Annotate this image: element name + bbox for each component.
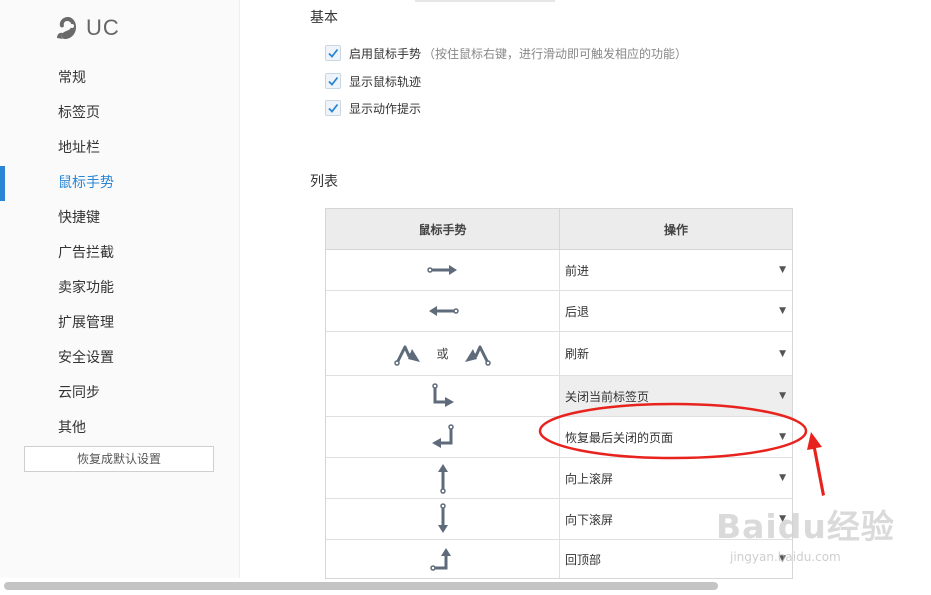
caret-down-icon: ▼ — [779, 391, 786, 401]
action-select-close-tab[interactable]: 关闭当前标签页 ▼ — [560, 376, 792, 416]
action-label: 向上滚屏 — [565, 471, 614, 486]
header-gesture: 鼠标手势 — [326, 209, 560, 249]
gesture-cell — [326, 499, 560, 539]
gesture-cell — [326, 250, 560, 290]
caret-down-icon: ▼ — [779, 265, 786, 275]
sidebar-item-other[interactable]: 其他 — [0, 411, 240, 446]
check-icon — [328, 103, 339, 113]
caret-down-icon: ▼ — [779, 306, 786, 316]
annotation-arrow-icon — [807, 432, 825, 496]
table-row: 后退 ▼ — [326, 291, 792, 332]
sidebar-item-shortcuts[interactable]: 快捷键 — [0, 201, 240, 236]
check-icon — [328, 76, 339, 86]
sidebar-item-ad-block[interactable]: 广告拦截 — [0, 236, 240, 271]
list-section-title: 列表 — [310, 174, 338, 190]
enable-gestures-label: 启用鼠标手势 — [349, 46, 422, 61]
caret-down-icon: ▼ — [779, 473, 786, 483]
restore-defaults-button[interactable]: 恢复成默认设置 — [24, 446, 214, 472]
table-header: 鼠标手势 操作 — [326, 209, 792, 250]
sidebar-item-security[interactable]: 安全设置 — [0, 341, 240, 376]
arrow-down-icon — [437, 503, 448, 533]
sidebar-item-tabs[interactable]: 标签页 — [0, 96, 240, 131]
option-show-trail[interactable]: 显示鼠标轨迹 — [325, 72, 421, 90]
action-select-refresh[interactable]: 刷新 ▼ — [560, 332, 792, 375]
enable-gestures-hint: （按住鼠标右键，进行滑动即可触发相应的功能） — [423, 46, 688, 61]
gesture-cell — [326, 291, 560, 331]
action-select-restore-closed[interactable]: 恢复最后关闭的页面 ▼ — [560, 417, 792, 457]
horizontal-scrollbar[interactable] — [4, 582, 718, 590]
option-show-hint[interactable]: 显示动作提示 — [325, 99, 421, 117]
show-hint-label: 显示动作提示 — [349, 101, 422, 116]
action-label: 刷新 — [565, 347, 590, 361]
or-text: 或 — [436, 347, 449, 361]
show-hint-checkbox[interactable] — [325, 100, 341, 116]
settings-sidebar: UC 常规 标签页 地址栏 鼠标手势 快捷键 广告拦截 卖家功能 扩展管理 安全… — [0, 0, 240, 578]
watermark-main: Baidu经验 — [716, 507, 895, 546]
logo-text: UC — [86, 15, 120, 40]
check-icon — [328, 48, 339, 58]
arrow-left-icon — [428, 306, 459, 316]
table-row: 恢复最后关闭的页面 ▼ — [326, 417, 792, 458]
action-label: 后退 — [565, 304, 590, 319]
left-up-icon — [429, 548, 451, 571]
gesture-cell: 或 — [326, 332, 560, 375]
caret-down-icon: ▼ — [779, 432, 786, 442]
action-label: 关闭当前标签页 — [565, 389, 650, 404]
action-label: 回顶部 — [565, 552, 602, 567]
action-label: 前进 — [565, 263, 590, 278]
sidebar-nav: 常规 标签页 地址栏 鼠标手势 快捷键 广告拦截 卖家功能 扩展管理 安全设置 … — [0, 61, 240, 446]
sidebar-item-mouse-gestures[interactable]: 鼠标手势 — [0, 166, 240, 201]
action-label: 恢复最后关闭的页面 — [565, 430, 674, 445]
gesture-cell — [326, 540, 560, 578]
show-trail-checkbox[interactable] — [325, 73, 341, 89]
action-select-forward[interactable]: 前进 ▼ — [560, 250, 792, 290]
down-right-icon — [431, 383, 454, 407]
sidebar-item-general[interactable]: 常规 — [0, 61, 240, 96]
sidebar-item-seller[interactable]: 卖家功能 — [0, 271, 240, 306]
action-select-back[interactable]: 后退 ▼ — [560, 291, 792, 331]
squirrel-icon — [57, 17, 76, 39]
sidebar-item-extensions[interactable]: 扩展管理 — [0, 306, 240, 341]
uc-logo: UC — [54, 14, 120, 42]
enable-gestures-checkbox[interactable] — [325, 45, 341, 61]
table-row: 或 刷新 ▼ — [326, 332, 792, 376]
sidebar-item-address-bar[interactable]: 地址栏 — [0, 131, 240, 166]
caret-down-icon: ▼ — [779, 348, 786, 359]
gesture-cell — [326, 376, 560, 416]
up-down-zigzag-icon — [394, 345, 421, 366]
gesture-cell — [326, 417, 560, 457]
gesture-cell — [326, 458, 560, 498]
baidu-watermark: Baidu经验 jingyan.baidu.com — [716, 507, 895, 565]
arrow-up-icon — [437, 464, 448, 494]
table-row: 关闭当前标签页 ▼ — [326, 376, 792, 417]
basic-section-title: 基本 — [310, 10, 338, 26]
table-row: 前进 ▼ — [326, 250, 792, 291]
arrow-right-icon — [426, 265, 457, 275]
sidebar-item-cloud-sync[interactable]: 云同步 — [0, 376, 240, 411]
show-trail-label: 显示鼠标轨迹 — [349, 74, 422, 89]
action-select-scroll-up[interactable]: 向上滚屏 ▼ — [560, 458, 792, 498]
action-label: 向下滚屏 — [565, 512, 614, 527]
header-action: 操作 — [663, 222, 688, 237]
option-enable-gestures[interactable]: 启用鼠标手势 （按住鼠标右键，进行滑动即可触发相应的功能） — [325, 44, 687, 62]
top-edge-stub — [415, 0, 555, 2]
up-left-icon — [431, 424, 454, 448]
table-row: 向上滚屏 ▼ — [326, 458, 792, 499]
watermark-sub: jingyan.baidu.com — [730, 550, 841, 564]
up-down-zigzag-icon — [464, 345, 491, 366]
